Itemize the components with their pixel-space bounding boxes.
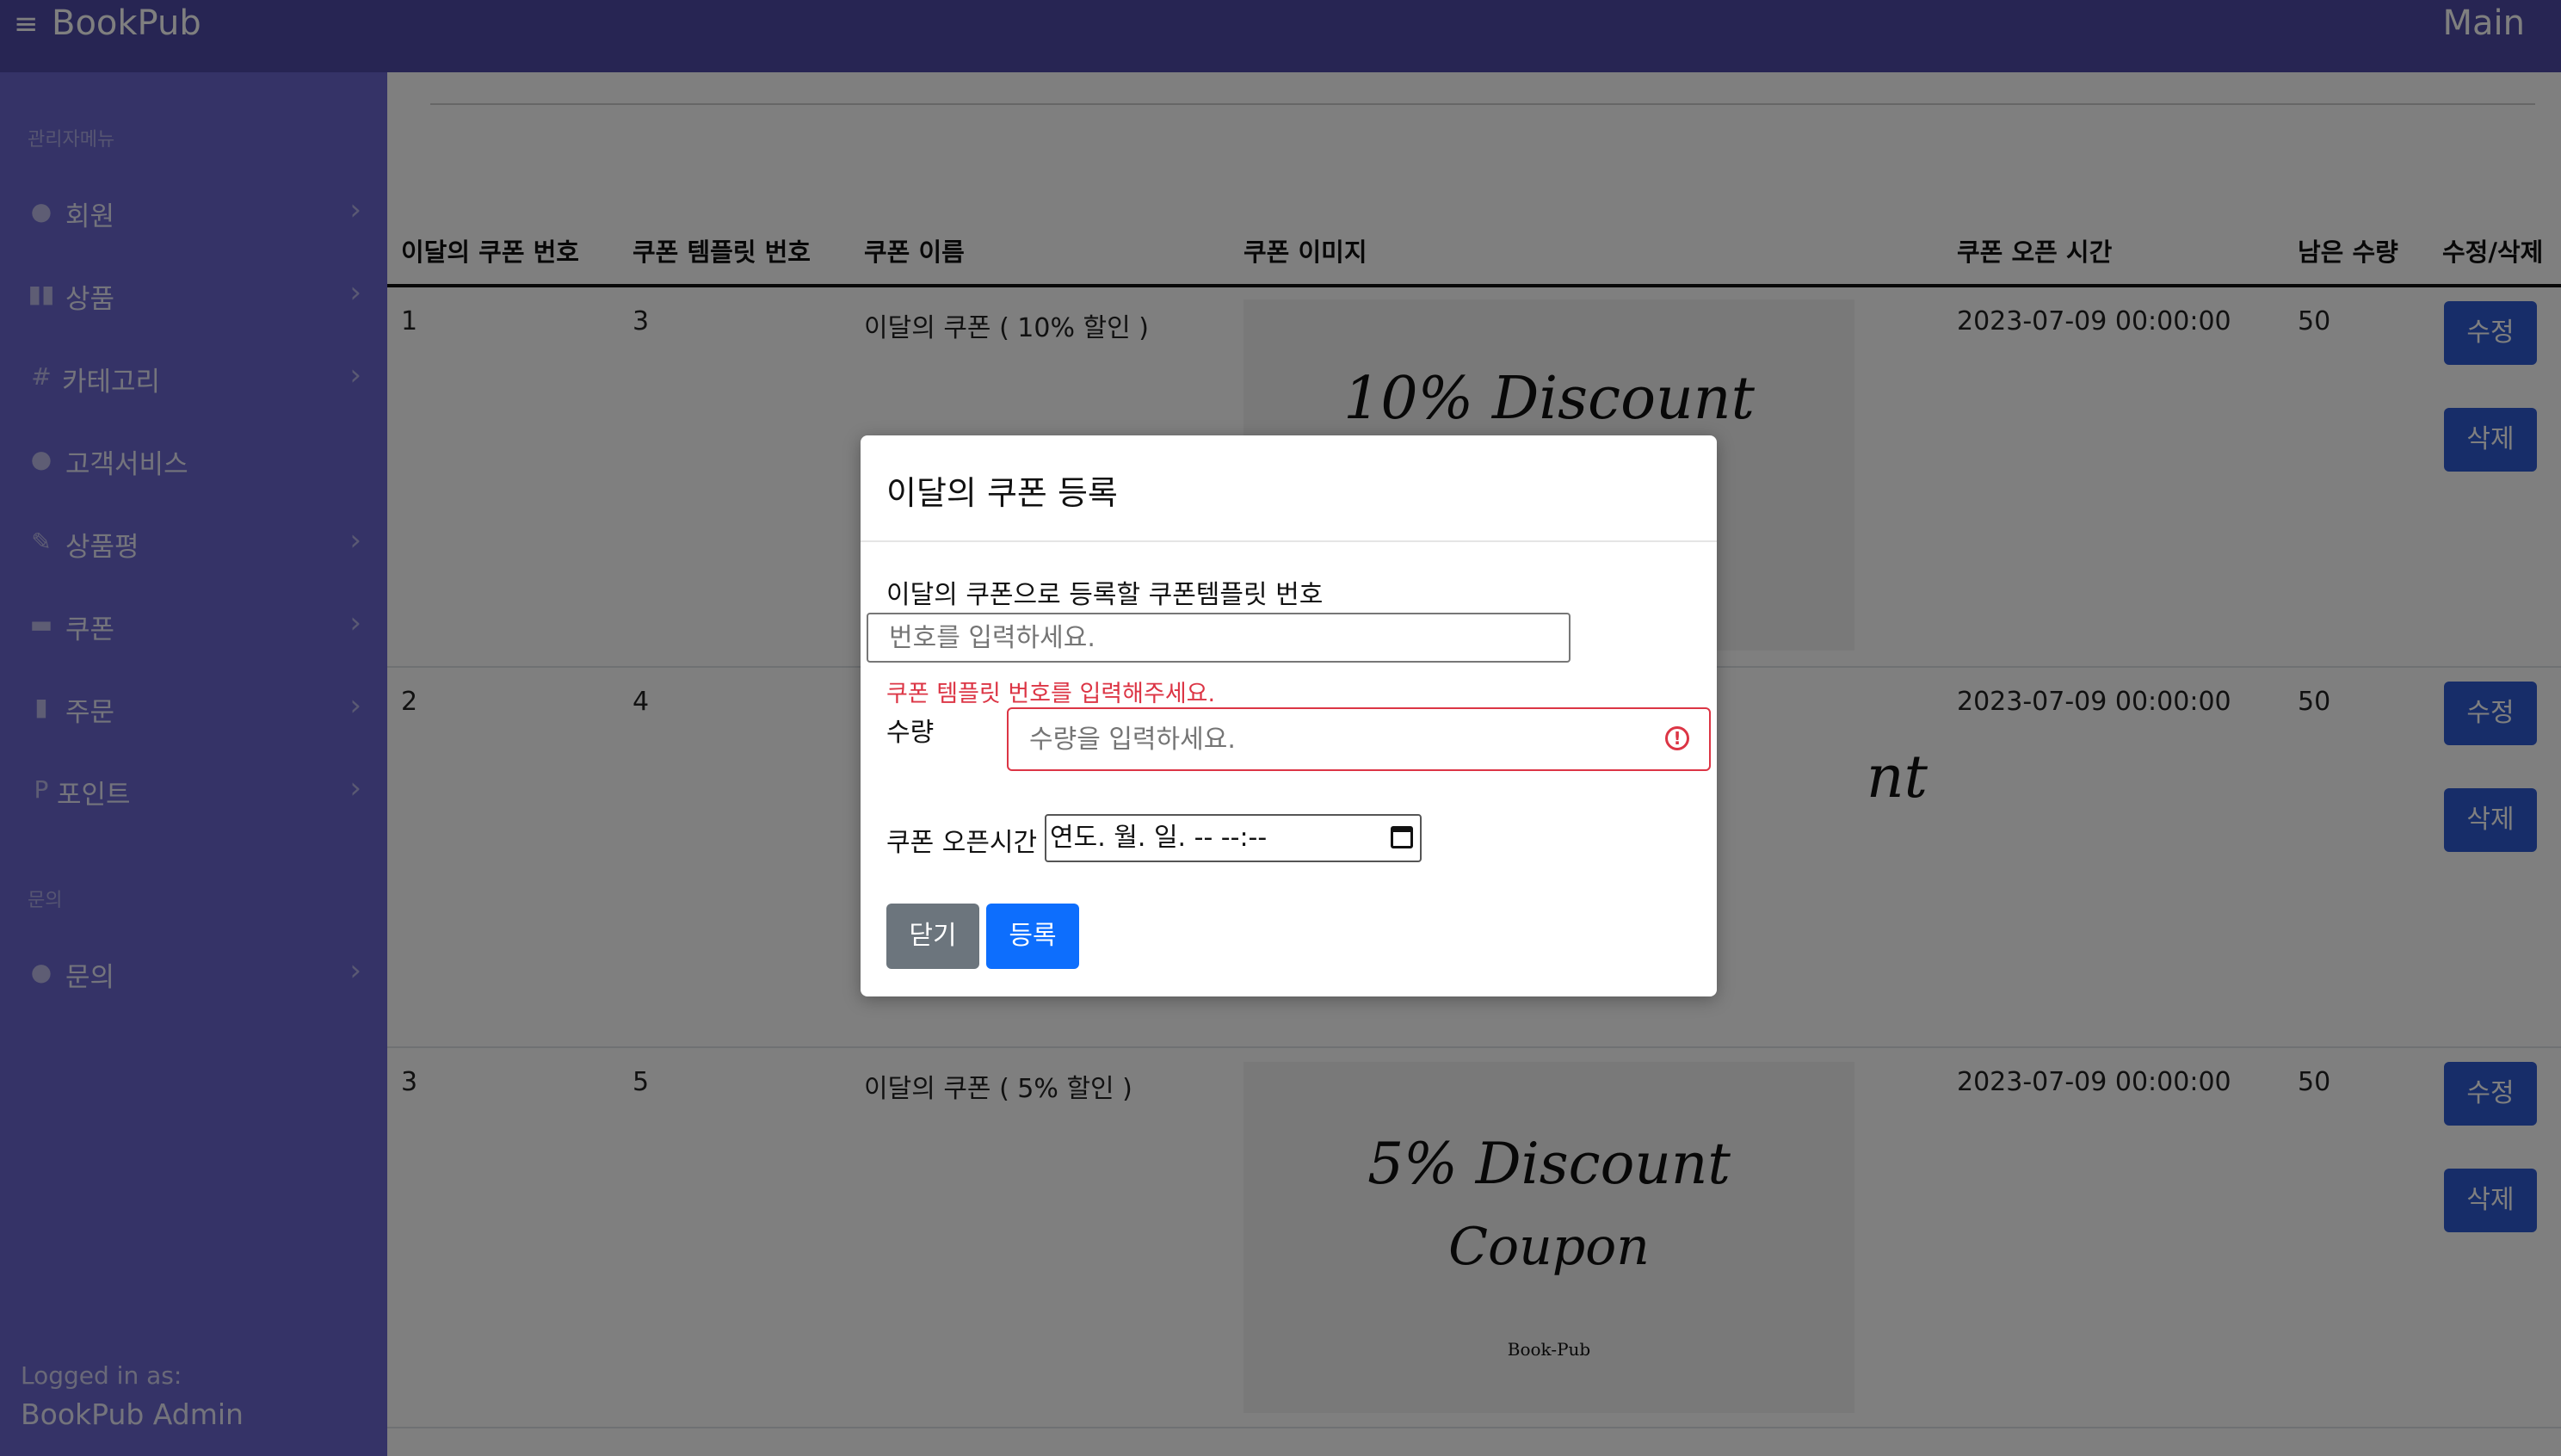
open-time-label: 쿠폰 오픈시간: [886, 828, 1038, 858]
register-button[interactable]: 등록: [986, 904, 1079, 969]
template-number-input[interactable]: [867, 613, 1571, 663]
template-number-error: 쿠폰 템플릿 번호를 입력해주세요.: [886, 681, 1216, 707]
register-coupon-modal: 이달의 쿠폰 등록 이달의 쿠폰으로 등록할 쿠폰템플릿 번호 쿠폰 템플릿 번…: [861, 435, 1717, 996]
calendar-icon[interactable]: [1391, 826, 1413, 848]
quantity-label: 수량: [886, 718, 935, 748]
quantity-input[interactable]: [1007, 707, 1711, 771]
alert-circle-icon: !: [1665, 726, 1689, 750]
modal-title: 이달의 쿠폰 등록: [886, 474, 1118, 512]
open-time-value: 연도. 월. 일. -- --:--: [1050, 823, 1268, 853]
open-time-input[interactable]: 연도. 월. 일. -- --:--: [1045, 814, 1422, 862]
close-button[interactable]: 닫기: [886, 904, 979, 969]
template-number-label: 이달의 쿠폰으로 등록할 쿠폰템플릿 번호: [886, 580, 1324, 610]
modal-header-divider: [861, 540, 1717, 542]
